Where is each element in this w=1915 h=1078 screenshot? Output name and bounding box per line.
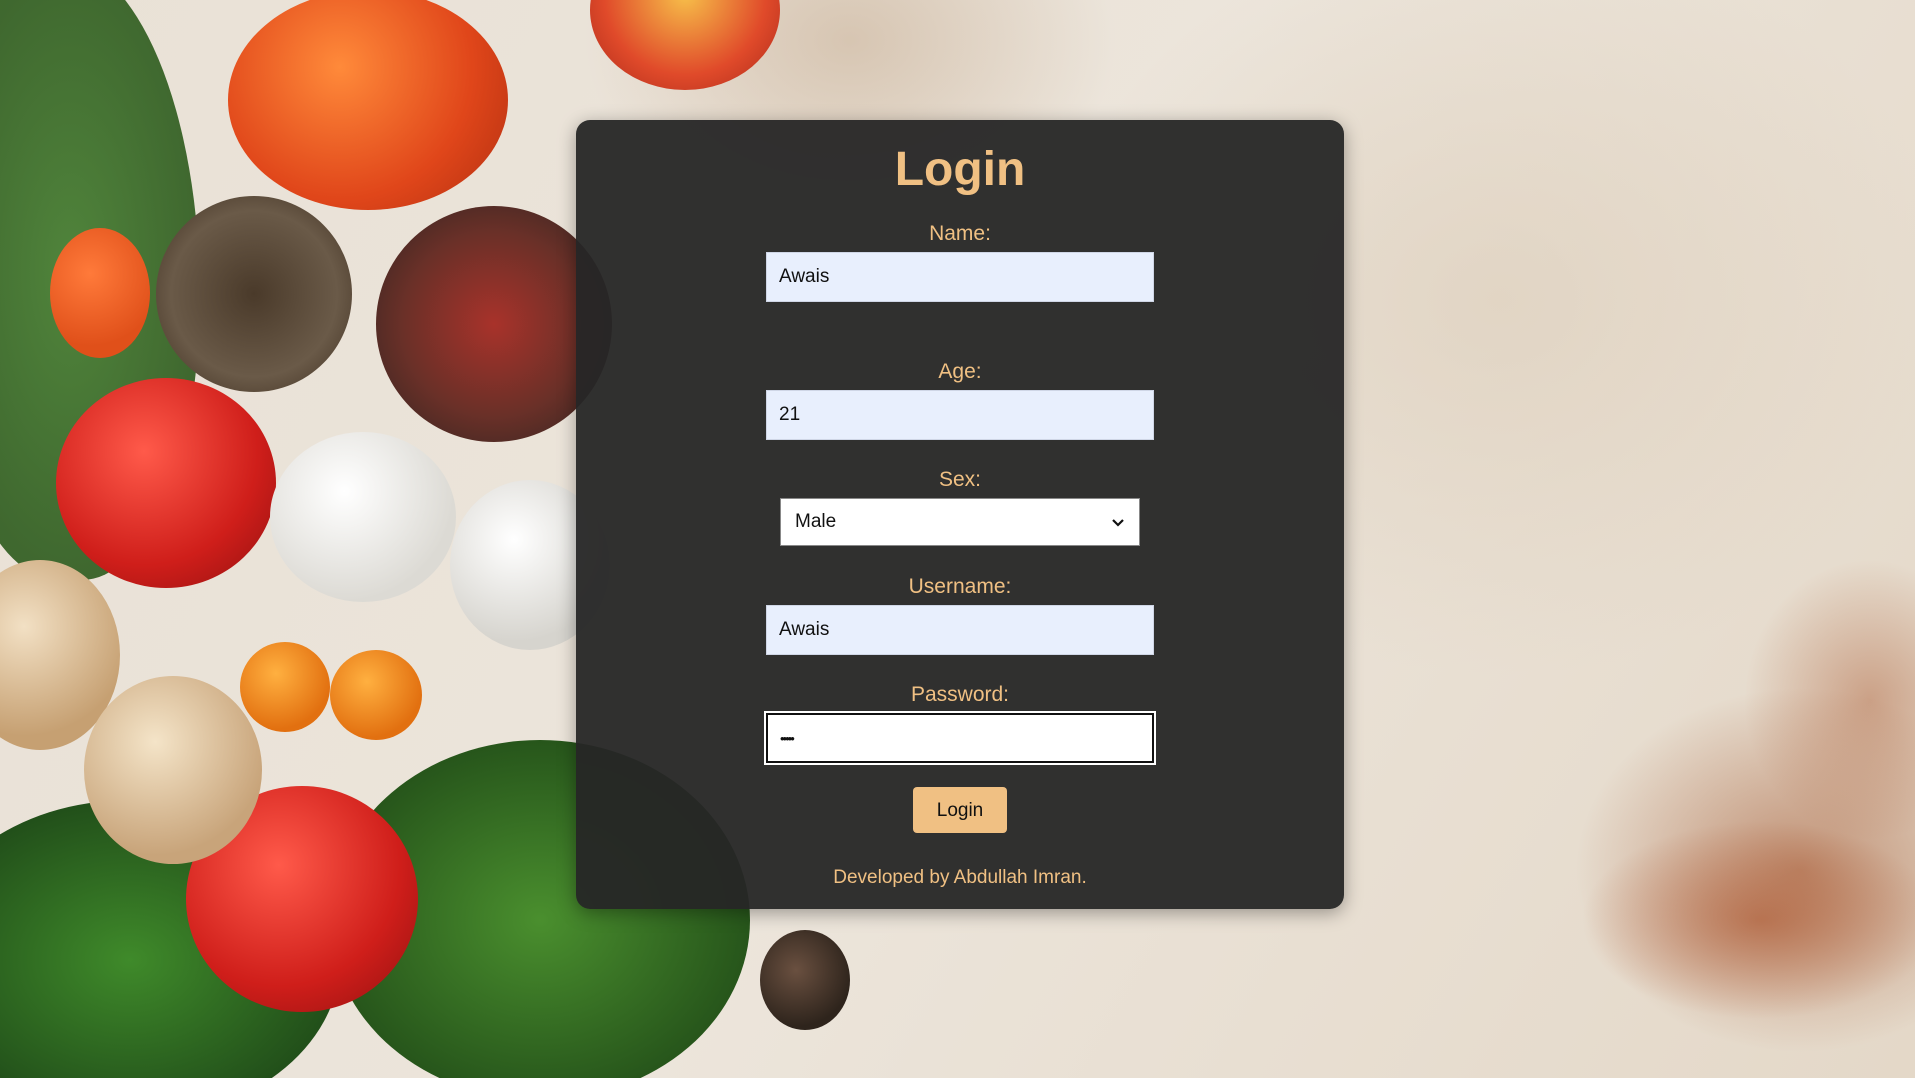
- name-field[interactable]: [766, 252, 1154, 302]
- username-group: Username:: [576, 575, 1344, 655]
- sex-select-value: Male: [795, 511, 837, 532]
- sex-label: Sex:: [938, 468, 982, 491]
- password-field[interactable]: [766, 713, 1154, 763]
- age-group: Age:: [576, 360, 1344, 440]
- password-group: Password:: [576, 683, 1344, 763]
- age-label: Age:: [938, 360, 982, 383]
- login-button[interactable]: Login: [913, 787, 1007, 833]
- name-label: Name:: [929, 222, 991, 245]
- age-field[interactable]: [766, 390, 1154, 440]
- sex-group: Sex: Male: [576, 468, 1344, 546]
- page-title: Login: [894, 143, 1026, 196]
- password-label: Password:: [910, 683, 1010, 706]
- developer-credit: Developed by Abdullah Imran.: [833, 867, 1087, 888]
- sex-select[interactable]: Male: [780, 498, 1140, 546]
- submit-row: Login: [576, 787, 1344, 833]
- username-field[interactable]: [766, 605, 1154, 655]
- chevron-down-icon: [1111, 512, 1125, 533]
- username-label: Username:: [908, 575, 1012, 598]
- name-group: Name:: [576, 222, 1344, 302]
- login-panel: Login Name: Age: Sex: Male Username: Pas…: [576, 120, 1344, 909]
